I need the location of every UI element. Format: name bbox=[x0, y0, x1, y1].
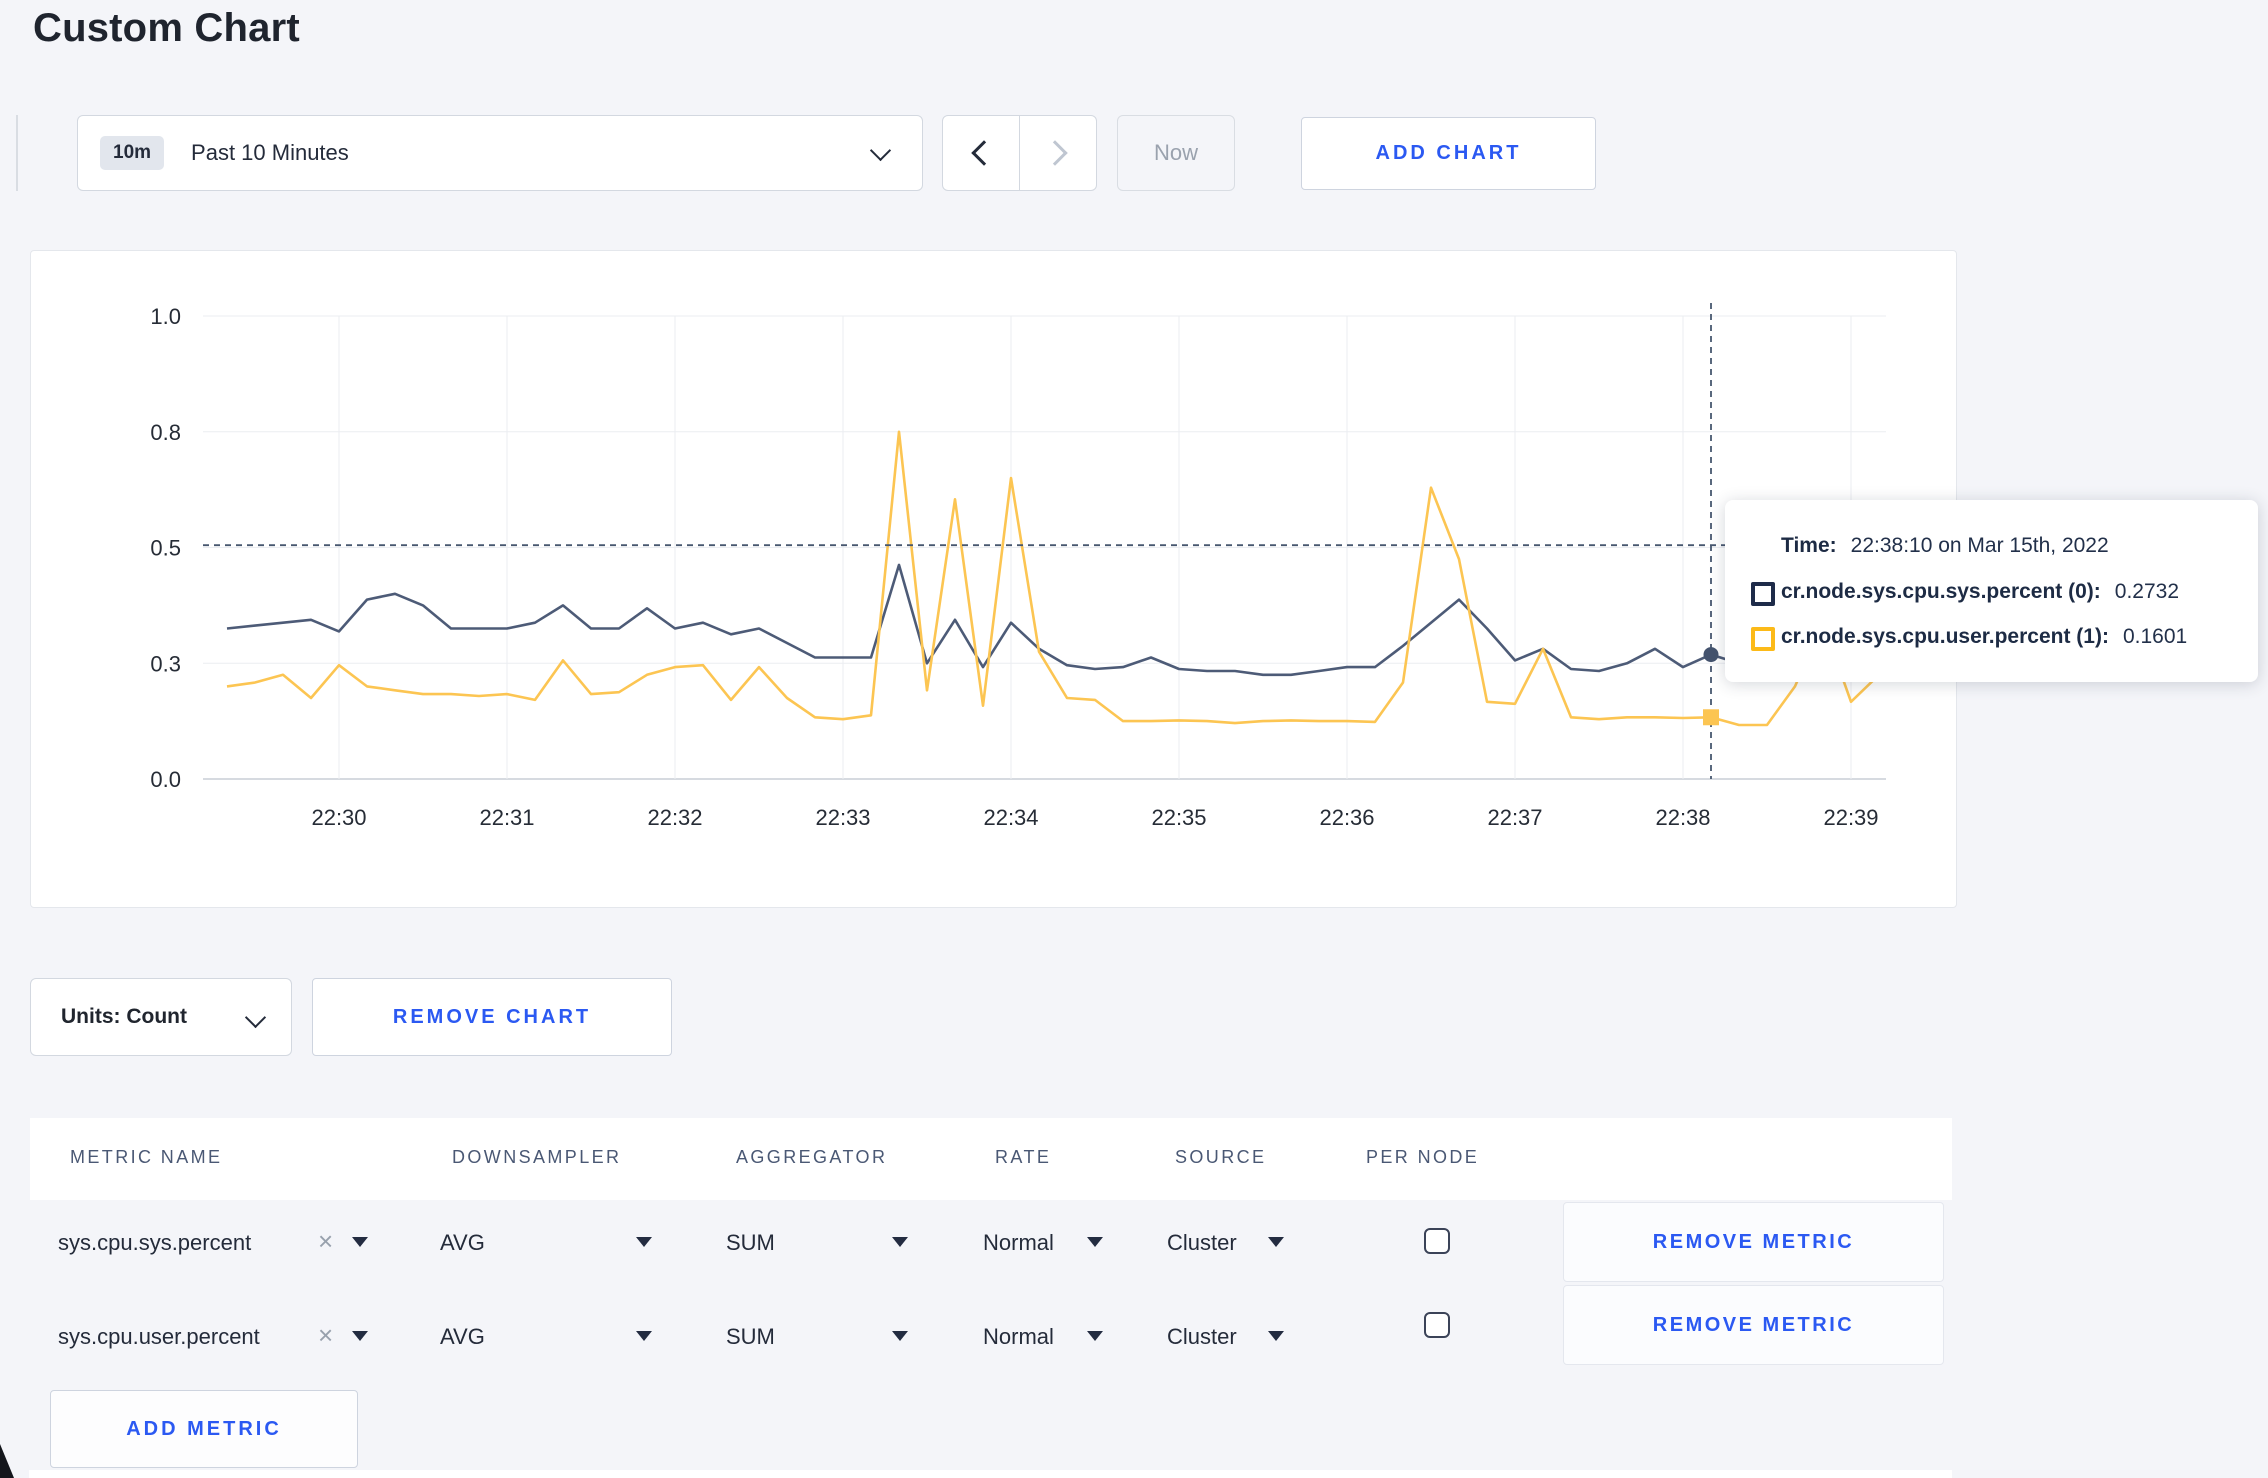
toolbar-divider bbox=[16, 115, 18, 191]
now-button-label: Now bbox=[1153, 140, 1198, 165]
tooltip-user-value: 0.1601 bbox=[2122, 625, 2188, 648]
y-tick-label: 0.3 bbox=[150, 651, 181, 676]
caret-down-icon[interactable] bbox=[636, 1331, 652, 1341]
y-tick-label: 0.8 bbox=[150, 420, 181, 445]
remove-chart-label: REMOVE CHART bbox=[392, 1005, 592, 1028]
x-tick-label: 22:37 bbox=[1487, 805, 1542, 830]
tooltip-time-row: Time: 22:38:10 on Mar 15th, 2022 bbox=[1781, 534, 2109, 558]
aggregator-select[interactable]: SUM bbox=[726, 1322, 775, 1352]
next-section-card bbox=[29, 1470, 1952, 1478]
header-aggregator: AGGREGATOR bbox=[736, 1147, 888, 1167]
time-nav-group bbox=[942, 115, 1097, 191]
next-time-button[interactable] bbox=[1020, 116, 1096, 190]
caret-down-icon[interactable] bbox=[1087, 1237, 1103, 1247]
x-tick-label: 22:35 bbox=[1151, 805, 1206, 830]
header-source: SOURCE bbox=[1175, 1147, 1267, 1167]
add-chart-button[interactable]: ADD CHART bbox=[1301, 117, 1596, 190]
tooltip-user-row: cr.node.sys.cpu.user.percent (1): 0.1601 bbox=[1781, 625, 2187, 649]
caret-down-icon[interactable] bbox=[1087, 1331, 1103, 1341]
x-tick-label: 22:32 bbox=[647, 805, 702, 830]
tooltip-time-value: 22:38:10 on Mar 15th, 2022 bbox=[1850, 534, 2109, 557]
caret-down-icon[interactable] bbox=[1268, 1331, 1284, 1341]
hover-marker-user bbox=[1703, 709, 1719, 726]
units-select[interactable]: Units: Count bbox=[30, 978, 292, 1056]
custom-chart-page: Custom Chart 10m Past 10 Minutes Now ADD… bbox=[0, 0, 2268, 1478]
downsampler-select[interactable]: AVG bbox=[440, 1322, 485, 1352]
chevron-right-icon bbox=[1042, 140, 1068, 166]
header-rate: RATE bbox=[995, 1147, 1052, 1167]
remove-tag-icon[interactable]: × bbox=[318, 1226, 333, 1256]
tooltip-user-label: cr.node.sys.cpu.user.percent (1): bbox=[1781, 625, 2109, 648]
header-downsampler: DOWNSAMPLER bbox=[452, 1147, 622, 1167]
remove-metric-button[interactable]: REMOVE METRIC bbox=[1563, 1202, 1944, 1282]
tooltip-time-label: Time: bbox=[1781, 534, 1837, 557]
user-series-swatch-icon bbox=[1751, 627, 1775, 651]
prev-time-button[interactable] bbox=[943, 116, 1019, 190]
corner-artifact bbox=[0, 1444, 14, 1478]
user-series-line bbox=[226, 430, 1880, 727]
x-tick-label: 22:33 bbox=[815, 805, 870, 830]
x-tick-label: 22:30 bbox=[311, 805, 366, 830]
chart-card: 0.0 0.3 0.5 0.8 1.0 22:30 22:31 22:32 22:33 22:34… bbox=[30, 250, 1957, 908]
y-tick-label: 0.0 bbox=[150, 767, 181, 792]
remove-metric-label: REMOVE METRIC bbox=[1652, 1230, 1855, 1253]
chevron-left-icon bbox=[971, 140, 997, 166]
rate-select[interactable]: Normal bbox=[983, 1228, 1054, 1258]
x-tick-label: 22:34 bbox=[983, 805, 1038, 830]
source-select[interactable]: Cluster bbox=[1167, 1322, 1237, 1352]
header-per-node: PER NODE bbox=[1366, 1147, 1480, 1167]
cpu-usage-chart[interactable]: 0.0 0.3 0.5 0.8 1.0 22:30 22:31 22:32 22:33 22:34… bbox=[31, 251, 1956, 907]
x-tick-label: 22:31 bbox=[479, 805, 534, 830]
add-chart-label: ADD CHART bbox=[1375, 142, 1522, 164]
caret-down-icon[interactable] bbox=[1268, 1237, 1284, 1247]
caret-down-icon[interactable] bbox=[892, 1237, 908, 1247]
caret-down-icon[interactable] bbox=[352, 1237, 368, 1247]
y-tick-label: 1.0 bbox=[150, 304, 181, 329]
caret-down-icon[interactable] bbox=[892, 1331, 908, 1341]
hover-marker-sys bbox=[1703, 647, 1719, 663]
chevron-down-icon bbox=[244, 1006, 267, 1029]
remove-chart-button[interactable]: REMOVE CHART bbox=[312, 978, 672, 1056]
sys-series-swatch-icon bbox=[1751, 582, 1775, 606]
y-tick-label: 0.5 bbox=[150, 536, 181, 561]
tooltip-sys-value: 0.2732 bbox=[2114, 580, 2180, 603]
remove-tag-icon[interactable]: × bbox=[318, 1320, 333, 1350]
x-tick-label: 22:38 bbox=[1655, 805, 1710, 830]
downsampler-select[interactable]: AVG bbox=[440, 1228, 485, 1258]
metric-name-select[interactable]: sys.cpu.sys.percent bbox=[58, 1228, 251, 1258]
tooltip-sys-label: cr.node.sys.cpu.sys.percent (0): bbox=[1781, 580, 2101, 603]
now-button[interactable]: Now bbox=[1117, 115, 1235, 191]
add-metric-button[interactable]: ADD METRIC bbox=[50, 1390, 358, 1468]
x-tick-label: 22:36 bbox=[1319, 805, 1374, 830]
add-metric-label: ADD METRIC bbox=[126, 1417, 282, 1440]
time-range-badge: 10m bbox=[100, 136, 165, 170]
metric-name-select[interactable]: sys.cpu.user.percent bbox=[58, 1322, 260, 1352]
units-select-label: Units: Count bbox=[61, 1005, 187, 1028]
aggregator-select[interactable]: SUM bbox=[726, 1228, 775, 1258]
caret-down-icon[interactable] bbox=[636, 1237, 652, 1247]
source-select[interactable]: Cluster bbox=[1167, 1228, 1237, 1258]
caret-down-icon[interactable] bbox=[352, 1331, 368, 1341]
tooltip-sys-row: cr.node.sys.cpu.sys.percent (0): 0.2732 bbox=[1781, 580, 2179, 604]
sys-series-line bbox=[226, 563, 1880, 677]
page-title: Custom Chart bbox=[33, 6, 300, 50]
per-node-checkbox[interactable] bbox=[1424, 1228, 1450, 1254]
chart-hover-tooltip: Time: 22:38:10 on Mar 15th, 2022 cr.node.… bbox=[1725, 500, 2258, 682]
per-node-checkbox[interactable] bbox=[1424, 1312, 1450, 1338]
remove-metric-label: REMOVE METRIC bbox=[1652, 1313, 1855, 1336]
time-range-select[interactable]: 10m Past 10 Minutes bbox=[77, 115, 923, 191]
remove-metric-button[interactable]: REMOVE METRIC bbox=[1563, 1285, 1944, 1365]
metrics-table-header bbox=[30, 1118, 1952, 1200]
rate-select[interactable]: Normal bbox=[983, 1322, 1054, 1352]
x-tick-label: 22:39 bbox=[1823, 805, 1878, 830]
header-metric-name: METRIC NAME bbox=[70, 1147, 223, 1167]
chevron-down-icon bbox=[869, 139, 892, 162]
time-range-label: Past 10 Minutes bbox=[191, 140, 349, 165]
